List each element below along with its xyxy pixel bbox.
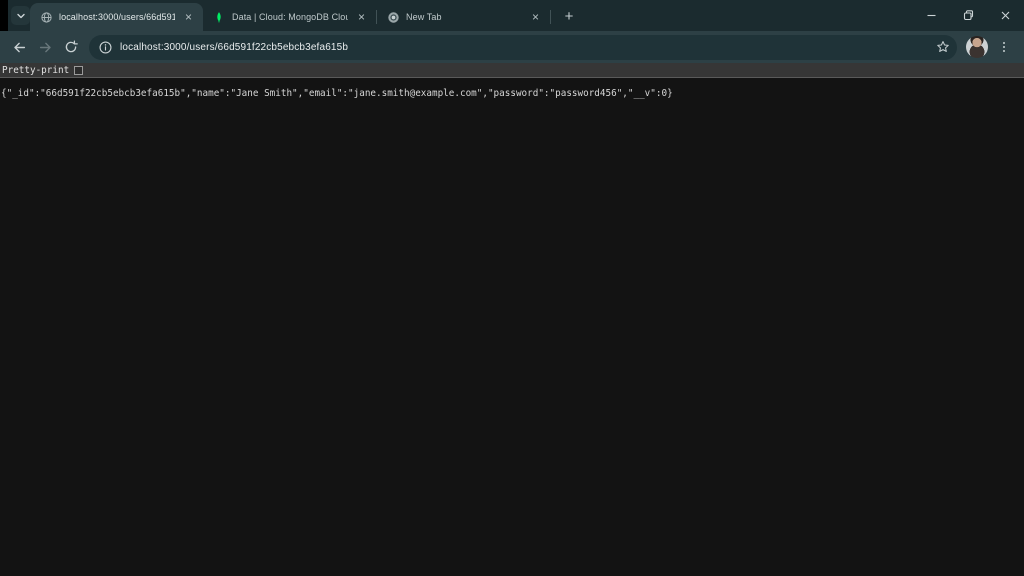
chevron-down-icon [16, 11, 26, 21]
page-content: {"_id":"66d591f22cb5ebcb3efa615b","name"… [0, 78, 1024, 576]
tab-close-icon[interactable]: × [181, 10, 196, 25]
restore-icon [963, 10, 974, 21]
window-controls [913, 0, 1024, 31]
tab-strip: localhost:3000/users/66d591f2 × Data | C… [0, 0, 1024, 31]
pretty-print-label: Pretty-print [2, 65, 69, 76]
chromium-icon [386, 10, 400, 24]
site-info-icon[interactable] [98, 40, 113, 55]
tab-mongodb-cloud[interactable]: Data | Cloud: MongoDB Cloud × [203, 3, 376, 31]
globe-icon [39, 10, 53, 24]
bookmark-star-button[interactable] [932, 36, 954, 58]
url-text: localhost:3000/users/66d591f22cb5ebcb3ef… [120, 42, 932, 53]
tab-title: Data | Cloud: MongoDB Cloud [232, 12, 348, 22]
browser-toolbar: localhost:3000/users/66d591f22cb5ebcb3ef… [0, 31, 1024, 63]
mongodb-leaf-icon [212, 10, 226, 24]
tab-close-icon[interactable]: × [354, 10, 369, 25]
tab-title: New Tab [406, 12, 522, 22]
forward-icon [38, 40, 53, 55]
back-button[interactable] [6, 34, 32, 60]
reload-icon [64, 40, 78, 54]
minimize-button[interactable] [913, 0, 950, 31]
new-tab-button[interactable]: + [557, 4, 581, 28]
json-response-body: {"_id":"66d591f22cb5ebcb3efa615b","name"… [1, 88, 1024, 99]
tab-close-icon[interactable]: × [528, 10, 543, 25]
restore-button[interactable] [950, 0, 987, 31]
close-window-button[interactable] [987, 0, 1024, 31]
pretty-print-checkbox[interactable] [74, 66, 83, 75]
tab-search-button[interactable] [11, 6, 30, 25]
address-bar[interactable]: localhost:3000/users/66d591f22cb5ebcb3ef… [89, 35, 957, 60]
tab-new-tab[interactable]: New Tab × [377, 3, 550, 31]
forward-button[interactable] [32, 34, 58, 60]
browser-menu-button[interactable] [992, 35, 1016, 59]
tab-divider [550, 10, 551, 24]
profile-avatar[interactable] [966, 36, 988, 58]
star-icon [936, 40, 950, 54]
close-icon [1000, 10, 1011, 21]
reload-button[interactable] [58, 34, 84, 60]
tab-localhost-users[interactable]: localhost:3000/users/66d591f2 × [30, 3, 203, 31]
screen-edge [0, 0, 8, 31]
minimize-icon [926, 10, 937, 21]
browser-window: localhost:3000/users/66d591f2 × Data | C… [0, 0, 1024, 576]
tab-title: localhost:3000/users/66d591f2 [59, 12, 175, 22]
back-icon [12, 40, 27, 55]
kebab-menu-icon [997, 40, 1011, 54]
pretty-print-bar: Pretty-print [0, 63, 1024, 78]
